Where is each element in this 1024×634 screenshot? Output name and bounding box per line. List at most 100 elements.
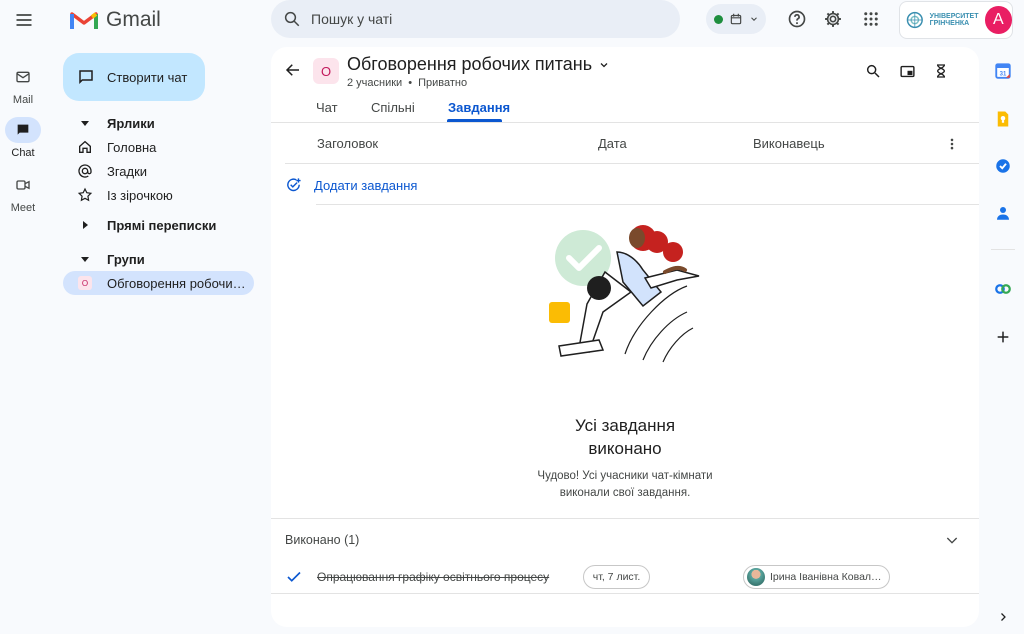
arrow-back-icon [285, 64, 299, 76]
search-icon [284, 11, 300, 27]
video-icon [16, 180, 30, 190]
nav-item-group-space[interactable]: О Обговорення робочи… [63, 271, 254, 295]
space-title[interactable]: Обговорення робочих питань [347, 54, 610, 75]
space-privacy: Приватно [418, 77, 468, 89]
rail-mail[interactable]: Mail [0, 64, 46, 106]
tasks-app-button[interactable] [990, 153, 1016, 179]
picture-in-picture-icon [899, 65, 915, 77]
task-complete-checkbox[interactable] [285, 568, 303, 586]
pop-out-button[interactable] [896, 60, 918, 82]
nav-item-group-label: Обговорення робочи… [107, 275, 246, 291]
column-title[interactable]: Заголовок [317, 136, 378, 151]
divider [316, 204, 979, 205]
more-vert-icon [950, 138, 954, 150]
add-task-button[interactable]: Додати завдання [285, 177, 417, 194]
search-bar[interactable]: Пошук у чаті [271, 0, 680, 38]
app-name: Gmail [106, 8, 161, 31]
main-menu-button[interactable] [8, 4, 40, 36]
keep-app-button[interactable] [990, 106, 1016, 132]
all-done-illustration [549, 225, 700, 363]
task-assignee-chip[interactable]: Ірина Іванівна Ковал… [743, 565, 890, 589]
column-date[interactable]: Дата [598, 136, 627, 151]
account-switcher[interactable]: УНІВЕРСИТЕТ ГРІНЧЕНКА A [899, 1, 1013, 39]
caret-right-icon [83, 221, 88, 229]
star-icon [77, 187, 93, 202]
divider [271, 593, 979, 594]
apps-button[interactable] [857, 5, 885, 33]
caret-down-icon [81, 257, 89, 262]
calendar-app-button[interactable]: 31 [990, 58, 1016, 84]
nav-section-labels[interactable]: Ярлики [63, 111, 254, 135]
search-icon [866, 64, 880, 78]
divider [991, 249, 1015, 250]
separator-dot: • [408, 77, 413, 89]
space-title-text: Обговорення робочих питань [347, 54, 593, 74]
gear-icon [825, 11, 841, 27]
university-logo-icon [906, 11, 923, 29]
apps-grid-icon [864, 12, 878, 26]
mail-icon [16, 71, 30, 83]
hourglass-icon [936, 64, 946, 78]
chevron-down-icon [600, 62, 608, 67]
svg-text:31: 31 [1000, 72, 1007, 78]
calendar-status-icon [730, 13, 741, 25]
completed-section-header[interactable]: Виконано (1) [285, 533, 359, 547]
settings-button[interactable] [819, 5, 847, 33]
addon-app-button[interactable] [990, 276, 1016, 302]
get-addons-button[interactable] [990, 324, 1016, 350]
tab-tasks[interactable]: Завдання [448, 100, 510, 115]
help-icon [788, 10, 806, 28]
status-selector[interactable] [706, 4, 766, 34]
tab-chat[interactable]: Чат [316, 100, 338, 115]
task-title[interactable]: Опрацювання графіку освітнього процесу [317, 570, 549, 584]
task-date-chip[interactable]: чт, 7 лист. [583, 565, 650, 589]
nav-item-home[interactable]: Головна [63, 135, 254, 159]
at-sign-icon [78, 164, 92, 178]
contacts-app-button[interactable] [990, 200, 1016, 226]
help-button[interactable] [783, 5, 811, 33]
space-details-button[interactable] [930, 60, 952, 82]
empty-state-text-line1: Чудово! Усі учасники чат-кімнати [537, 470, 713, 482]
search-input[interactable]: Пошук у чаті [311, 11, 392, 27]
org-name: УНІВЕРСИТЕТ ГРІНЧЕНКА [929, 13, 979, 27]
column-assignee[interactable]: Виконавець [753, 136, 825, 151]
gmail-m-icon [70, 12, 98, 29]
tab-shared[interactable]: Спільні [371, 100, 415, 115]
nav-item-mentions[interactable]: Згадки [63, 159, 254, 183]
empty-state-title-line2: виконано [588, 439, 662, 458]
space-search-button[interactable] [862, 60, 884, 82]
chevron-down-icon [946, 537, 958, 544]
columns-more-button[interactable] [942, 134, 962, 154]
status-dot-icon [713, 14, 723, 24]
task-date: чт, 7 лист. [592, 571, 641, 583]
show-side-panel-button[interactable] [990, 604, 1016, 630]
nav-item-starred[interactable]: Із зірочкою [63, 183, 254, 207]
rail-meet[interactable]: Meet [0, 172, 46, 214]
addon-icon [995, 284, 1011, 294]
rail-chat-label: Chat [11, 147, 35, 159]
avatar[interactable]: A [984, 6, 1012, 34]
gmail-logo[interactable]: Gmail [70, 8, 161, 32]
empty-state-title-line1: Усі завдання [574, 416, 676, 435]
empty-state-description: Чудово! Усі учасники чат-кімнати виконал… [525, 468, 725, 502]
menu-icon [16, 14, 32, 26]
calendar-icon: 31 [995, 63, 1011, 79]
completed-toggle-button[interactable] [942, 530, 962, 550]
plus-icon [997, 331, 1009, 343]
nav-section-groups[interactable]: Групи [63, 247, 254, 271]
new-chat-icon [79, 70, 93, 85]
add-task-label: Додати завдання [314, 178, 418, 193]
chevron-down-icon [750, 17, 757, 21]
new-chat-button[interactable]: Створити чат [63, 53, 205, 101]
nav-section-direct[interactable]: Прямі переписки [63, 213, 254, 237]
check-icon [287, 571, 301, 582]
chevron-right-icon [1001, 613, 1006, 621]
nav-item-starred-label: Із зірочкою [107, 187, 173, 203]
nav-item-home-label: Головна [107, 139, 157, 155]
empty-state-title: Усі завдання виконано [525, 414, 725, 460]
chat-icon [17, 124, 29, 135]
rail-mail-label: Mail [12, 94, 34, 106]
back-button[interactable] [283, 60, 303, 80]
divider [271, 518, 979, 519]
rail-chat[interactable]: Chat [0, 117, 46, 159]
